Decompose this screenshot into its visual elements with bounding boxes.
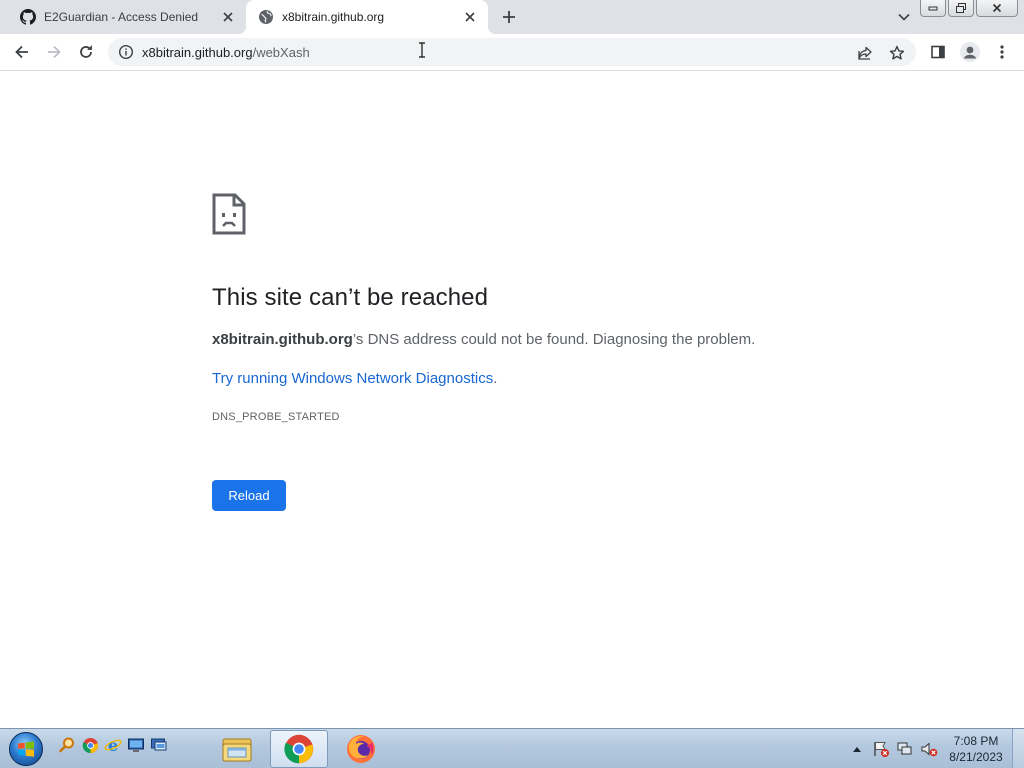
- clock-date: 8/21/2023: [949, 750, 1003, 764]
- profile-button[interactable]: [958, 40, 982, 64]
- clock-time: 7:08 PM: [953, 734, 999, 748]
- arrow-left-icon: [15, 45, 28, 59]
- tab-title: x8bitrain.github.org: [282, 10, 385, 24]
- new-tab-button[interactable]: [498, 6, 520, 28]
- taskbar-firefox[interactable]: [332, 730, 390, 768]
- search-icon[interactable]: [58, 736, 76, 754]
- reload-toolbar-button[interactable]: [74, 40, 98, 64]
- desktop-icon[interactable]: [127, 736, 145, 754]
- minimize-button[interactable]: [920, 0, 946, 17]
- svg-text:e: e: [108, 736, 118, 754]
- ie-icon[interactable]: e: [104, 736, 122, 754]
- avatar: [960, 42, 980, 62]
- browser-toolbar: x8bitrain.github.org/webXash: [0, 34, 1024, 71]
- text-cursor-icon: [419, 42, 425, 58]
- close-icon: [992, 3, 1002, 13]
- plus-icon: [503, 11, 515, 23]
- url-text: x8bitrain.github.org/webXash: [142, 45, 310, 60]
- minimize-icon: [928, 6, 938, 11]
- star-icon: [889, 45, 905, 60]
- taskbar-file-explorer[interactable]: [208, 730, 266, 768]
- tab-search-button[interactable]: [894, 8, 914, 26]
- error-code: DNS_PROBE_STARTED: [212, 411, 340, 423]
- chrome-icon: [284, 734, 314, 764]
- close-icon[interactable]: [220, 9, 236, 25]
- volume-muted-icon[interactable]: [920, 740, 938, 758]
- side-panel-button[interactable]: [926, 40, 950, 64]
- network-icon[interactable]: [896, 740, 914, 758]
- person-icon: [960, 42, 980, 62]
- back-button[interactable]: [10, 40, 34, 64]
- window-controls: [920, 0, 1018, 17]
- share-button[interactable]: [856, 44, 874, 62]
- action-center-icon[interactable]: [872, 740, 890, 758]
- error-host: x8bitrain.github.org: [212, 331, 353, 348]
- system-tray: 7:08 PM 8/21/2023: [848, 729, 1024, 768]
- close-window-button[interactable]: [976, 0, 1018, 17]
- error-page: This site can’t be reached x8bitrain.git…: [0, 72, 1024, 728]
- arrow-right-icon: [48, 45, 61, 59]
- forward-button[interactable]: [42, 40, 66, 64]
- tab-title: E2Guardian - Access Denied: [44, 10, 199, 24]
- github-icon: [20, 9, 36, 25]
- file-explorer-icon: [222, 738, 252, 762]
- firefox-icon: [347, 735, 375, 763]
- start-button[interactable]: [6, 731, 46, 767]
- error-heading: This site can’t be reached: [212, 284, 489, 311]
- show-hidden-icons-button[interactable]: [848, 740, 866, 758]
- url-host: x8bitrain.github.org: [142, 44, 253, 60]
- share-icon: [858, 46, 872, 60]
- error-description: x8bitrain.github.org’s DNS address could…: [212, 331, 755, 348]
- address-bar[interactable]: x8bitrain.github.org/webXash: [108, 38, 916, 66]
- bookmark-button[interactable]: [888, 44, 906, 62]
- taskbar-chrome[interactable]: [270, 730, 328, 768]
- restore-icon: [956, 3, 966, 13]
- tab-x8bitrain[interactable]: x8bitrain.github.org: [238, 0, 496, 34]
- windows-logo-icon: [9, 732, 43, 766]
- restore-button[interactable]: [948, 0, 974, 17]
- chrome-icon[interactable]: [81, 736, 99, 754]
- chevron-down-icon: [898, 13, 910, 21]
- close-icon[interactable]: [462, 9, 478, 25]
- reload-icon: [80, 45, 92, 58]
- network-diagnostics-link[interactable]: Try running Windows Network Diagnostics: [212, 370, 493, 387]
- tab-strip: E2Guardian - Access Denied x8bitrain.git…: [0, 0, 1024, 34]
- show-desktop-button[interactable]: [1012, 729, 1024, 768]
- url-path: /webXash: [252, 44, 310, 60]
- suggestion-suffix: .: [493, 370, 498, 387]
- clock[interactable]: 7:08 PM 8/21/2023: [944, 733, 1008, 765]
- screen: E2Guardian - Access Denied x8bitrain.git…: [0, 0, 1024, 768]
- info-icon[interactable]: [118, 44, 134, 60]
- tab-e2guardian[interactable]: E2Guardian - Access Denied: [8, 0, 246, 34]
- error-suggestion: Try running Windows Network Diagnostics.: [212, 370, 497, 387]
- side-panel-icon: [931, 45, 945, 59]
- reload-button[interactable]: Reload: [212, 480, 286, 511]
- sad-page-icon: [212, 193, 246, 235]
- more-vertical-icon: [1000, 45, 1004, 59]
- remote-desktop-icon[interactable]: [150, 736, 168, 754]
- menu-button[interactable]: [990, 40, 1014, 64]
- globe-icon: [258, 9, 274, 25]
- taskbar: e 7:08 PM 8/21/2023: [0, 728, 1024, 768]
- error-message: ’s DNS address could not be found. Diagn…: [352, 331, 756, 348]
- chevron-up-icon: [853, 747, 861, 752]
